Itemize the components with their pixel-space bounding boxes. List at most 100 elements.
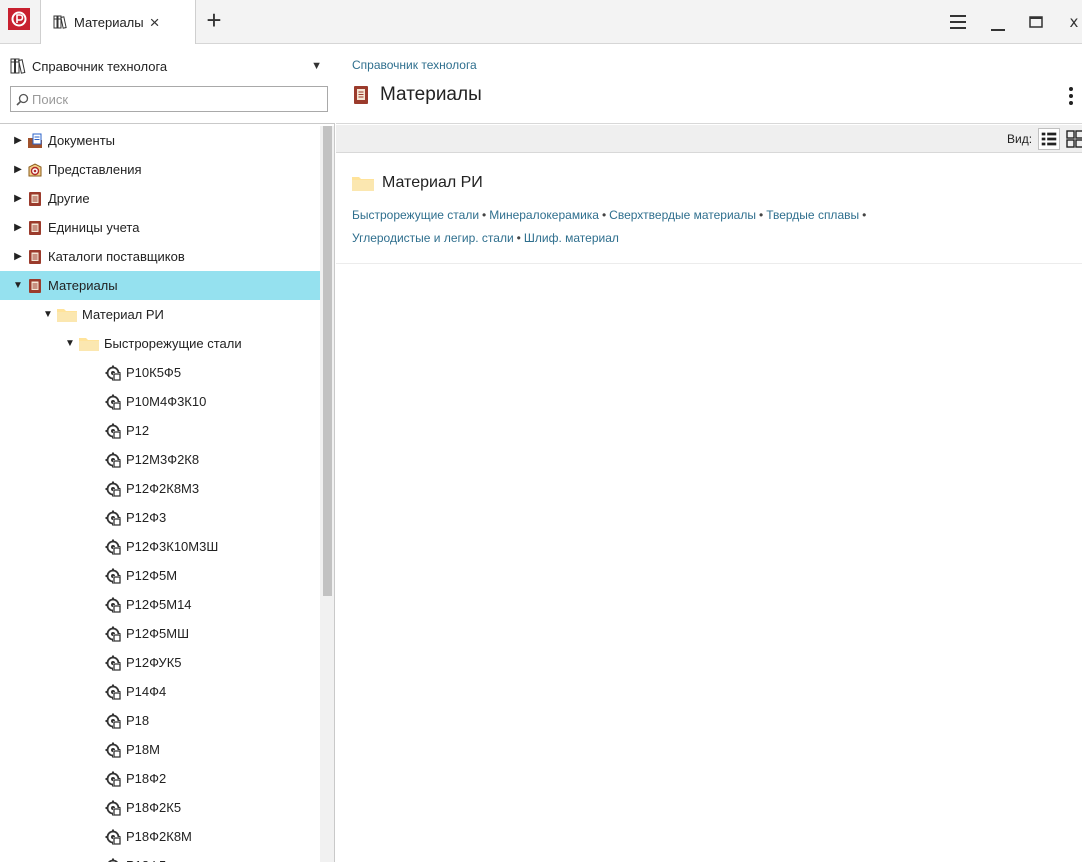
group-title-row[interactable]: Материал РИ [352, 174, 483, 192]
collapsed-toggle-icon[interactable]: ▶ [12, 164, 24, 175]
subgroup-link[interactable]: Минералокерамика [489, 208, 599, 222]
tree-item-label: Материал РИ [82, 307, 164, 322]
tree-item-label: Другие [48, 191, 90, 206]
list-view-icon[interactable] [1038, 128, 1060, 150]
tree-item-label: Каталоги поставщиков [48, 249, 185, 264]
tree-item[interactable]: Р12Ф5М [0, 561, 320, 590]
tree-item[interactable]: Р18 [0, 706, 320, 735]
material-icon [105, 829, 121, 845]
tree-item[interactable]: ▶ Представления [0, 155, 320, 184]
tree-item-label: Р12Ф3К10М3Ш [126, 539, 219, 554]
tree-item-label: Р12Ф5М14 [126, 597, 192, 612]
scrollbar-thumb[interactable] [323, 126, 332, 596]
tree-item-label: Р18 [126, 713, 150, 728]
tree-item[interactable]: Р10К5Ф5 [0, 358, 320, 387]
grid-view-icon[interactable] [1064, 128, 1082, 150]
material-icon [105, 568, 121, 584]
chevron-down-icon[interactable]: ▼ [311, 60, 322, 72]
expanded-toggle-icon[interactable]: ▼ [12, 280, 24, 291]
subgroup-link[interactable]: Углеродистые и легир. стали [352, 231, 514, 245]
expanded-toggle-icon[interactable]: ▼ [42, 309, 54, 320]
material-icon [105, 539, 121, 555]
subgroup-link[interactable]: Шлиф. материал [524, 231, 619, 245]
library-icon [53, 15, 67, 29]
tree-item[interactable]: Р14Ф4 [0, 677, 320, 706]
tree-item[interactable]: Р12М3Ф2К8 [0, 445, 320, 474]
app-logo-icon[interactable] [8, 8, 30, 30]
menu-icon[interactable] [940, 8, 976, 36]
tree-item[interactable]: Р18Ф2 [0, 764, 320, 793]
tree-item[interactable]: Р12ФУК5 [0, 648, 320, 677]
tree-item[interactable]: ▶ Единицы учета [0, 213, 320, 242]
tree-item[interactable]: Р12Ф3К10М3Ш [0, 532, 320, 561]
group-card: Материал РИ Быстрорежущие стали • Минерало… [336, 154, 1082, 264]
tree-item[interactable]: Р18М [0, 735, 320, 764]
material-icon [105, 452, 121, 468]
subgroup-link[interactable]: Твердые сплавы [766, 208, 859, 222]
book-icon [29, 191, 41, 206]
tree-item[interactable]: Р18Ф5 [0, 851, 320, 862]
tree-item-label: Р18М [126, 742, 160, 757]
tree-item-label: Быстрорежущие стали [104, 336, 242, 351]
tree-item[interactable]: Р12 [0, 416, 320, 445]
tab-materials[interactable]: Материалы × [40, 0, 196, 44]
tree-item[interactable]: ▼ Быстрорежущие стали [0, 329, 320, 358]
material-icon [105, 597, 121, 613]
tree-item[interactable]: Р12Ф5МШ [0, 619, 320, 648]
tree-item-label: Р12 [126, 423, 150, 438]
tree-item[interactable]: ▶ Другие [0, 184, 320, 213]
tree-item[interactable]: ▼ Материал РИ [0, 300, 320, 329]
material-icon [105, 481, 121, 497]
tree-item[interactable]: ▶ Документы [0, 126, 320, 155]
subgroup-link[interactable]: Быстрорежущие стали [352, 208, 479, 222]
tree-item[interactable]: Р12Ф5М14 [0, 590, 320, 619]
material-icon [105, 771, 121, 787]
title-bar: Материалы × + x [0, 0, 1082, 44]
search-input[interactable] [32, 91, 322, 107]
subgroup-links: Быстрорежущие стали • Минералокерамика • Све… [352, 204, 1052, 250]
main-header: Справочник технолога Материалы [336, 44, 1082, 124]
tree-item-label: Р12Ф5МШ [126, 626, 189, 641]
tree-item-label: Р10К5Ф5 [126, 365, 182, 380]
collapsed-toggle-icon[interactable]: ▶ [12, 193, 24, 204]
tree-item[interactable]: Р12Ф3 [0, 503, 320, 532]
more-options-icon[interactable] [1064, 84, 1078, 108]
sidebar: Справочник технолога ▼ ▶ Документы ▶ Предст… [0, 44, 335, 862]
tree-item[interactable]: Р12Ф2К8М3 [0, 474, 320, 503]
tree-item-label: Р12М3Ф2К8 [126, 452, 200, 467]
tab-close-icon[interactable]: × [150, 14, 160, 31]
tree-item-label: Документы [48, 133, 116, 148]
breadcrumb[interactable]: Справочник технолога [352, 58, 477, 72]
collapsed-toggle-icon[interactable]: ▶ [12, 251, 24, 262]
tree-item[interactable]: Р18Ф2К5 [0, 793, 320, 822]
material-icon [105, 655, 121, 671]
material-icon [105, 626, 121, 642]
book-icon [29, 220, 41, 235]
tree-item-label: Единицы учета [48, 220, 140, 235]
reference-selector[interactable]: Справочник технолога ▼ [10, 54, 328, 78]
material-icon [105, 800, 121, 816]
collapsed-toggle-icon[interactable]: ▶ [12, 222, 24, 233]
tree-item[interactable]: ▼ Материалы [0, 271, 320, 300]
page-title: Материалы [380, 84, 482, 105]
add-tab-button[interactable]: + [200, 6, 228, 34]
subgroup-link[interactable]: Сверхтвердые материалы [609, 208, 756, 222]
view-toolbar: Вид: [336, 125, 1082, 153]
tree-item[interactable]: Р18Ф2К8М [0, 822, 320, 851]
tree-item-label: Р14Ф4 [126, 684, 167, 699]
minimize-icon[interactable] [980, 8, 1016, 36]
tree-item-label: Р18Ф2К5 [126, 800, 182, 815]
collapsed-toggle-icon[interactable]: ▶ [12, 135, 24, 146]
folder-icon [57, 308, 77, 322]
expanded-toggle-icon[interactable]: ▼ [64, 338, 76, 349]
link-separator: • [516, 231, 521, 245]
maximize-icon[interactable] [1018, 8, 1054, 36]
tree-item[interactable]: Р10М4Ф3К10 [0, 387, 320, 416]
search-box[interactable] [10, 86, 328, 112]
folder-icon [79, 337, 99, 351]
tree-scrollbar[interactable] [320, 126, 334, 862]
tree-item-label: Р12Ф2К8М3 [126, 481, 200, 496]
material-icon [105, 742, 121, 758]
tree-item[interactable]: ▶ Каталоги поставщиков [0, 242, 320, 271]
close-window-button[interactable]: x [1056, 8, 1082, 36]
